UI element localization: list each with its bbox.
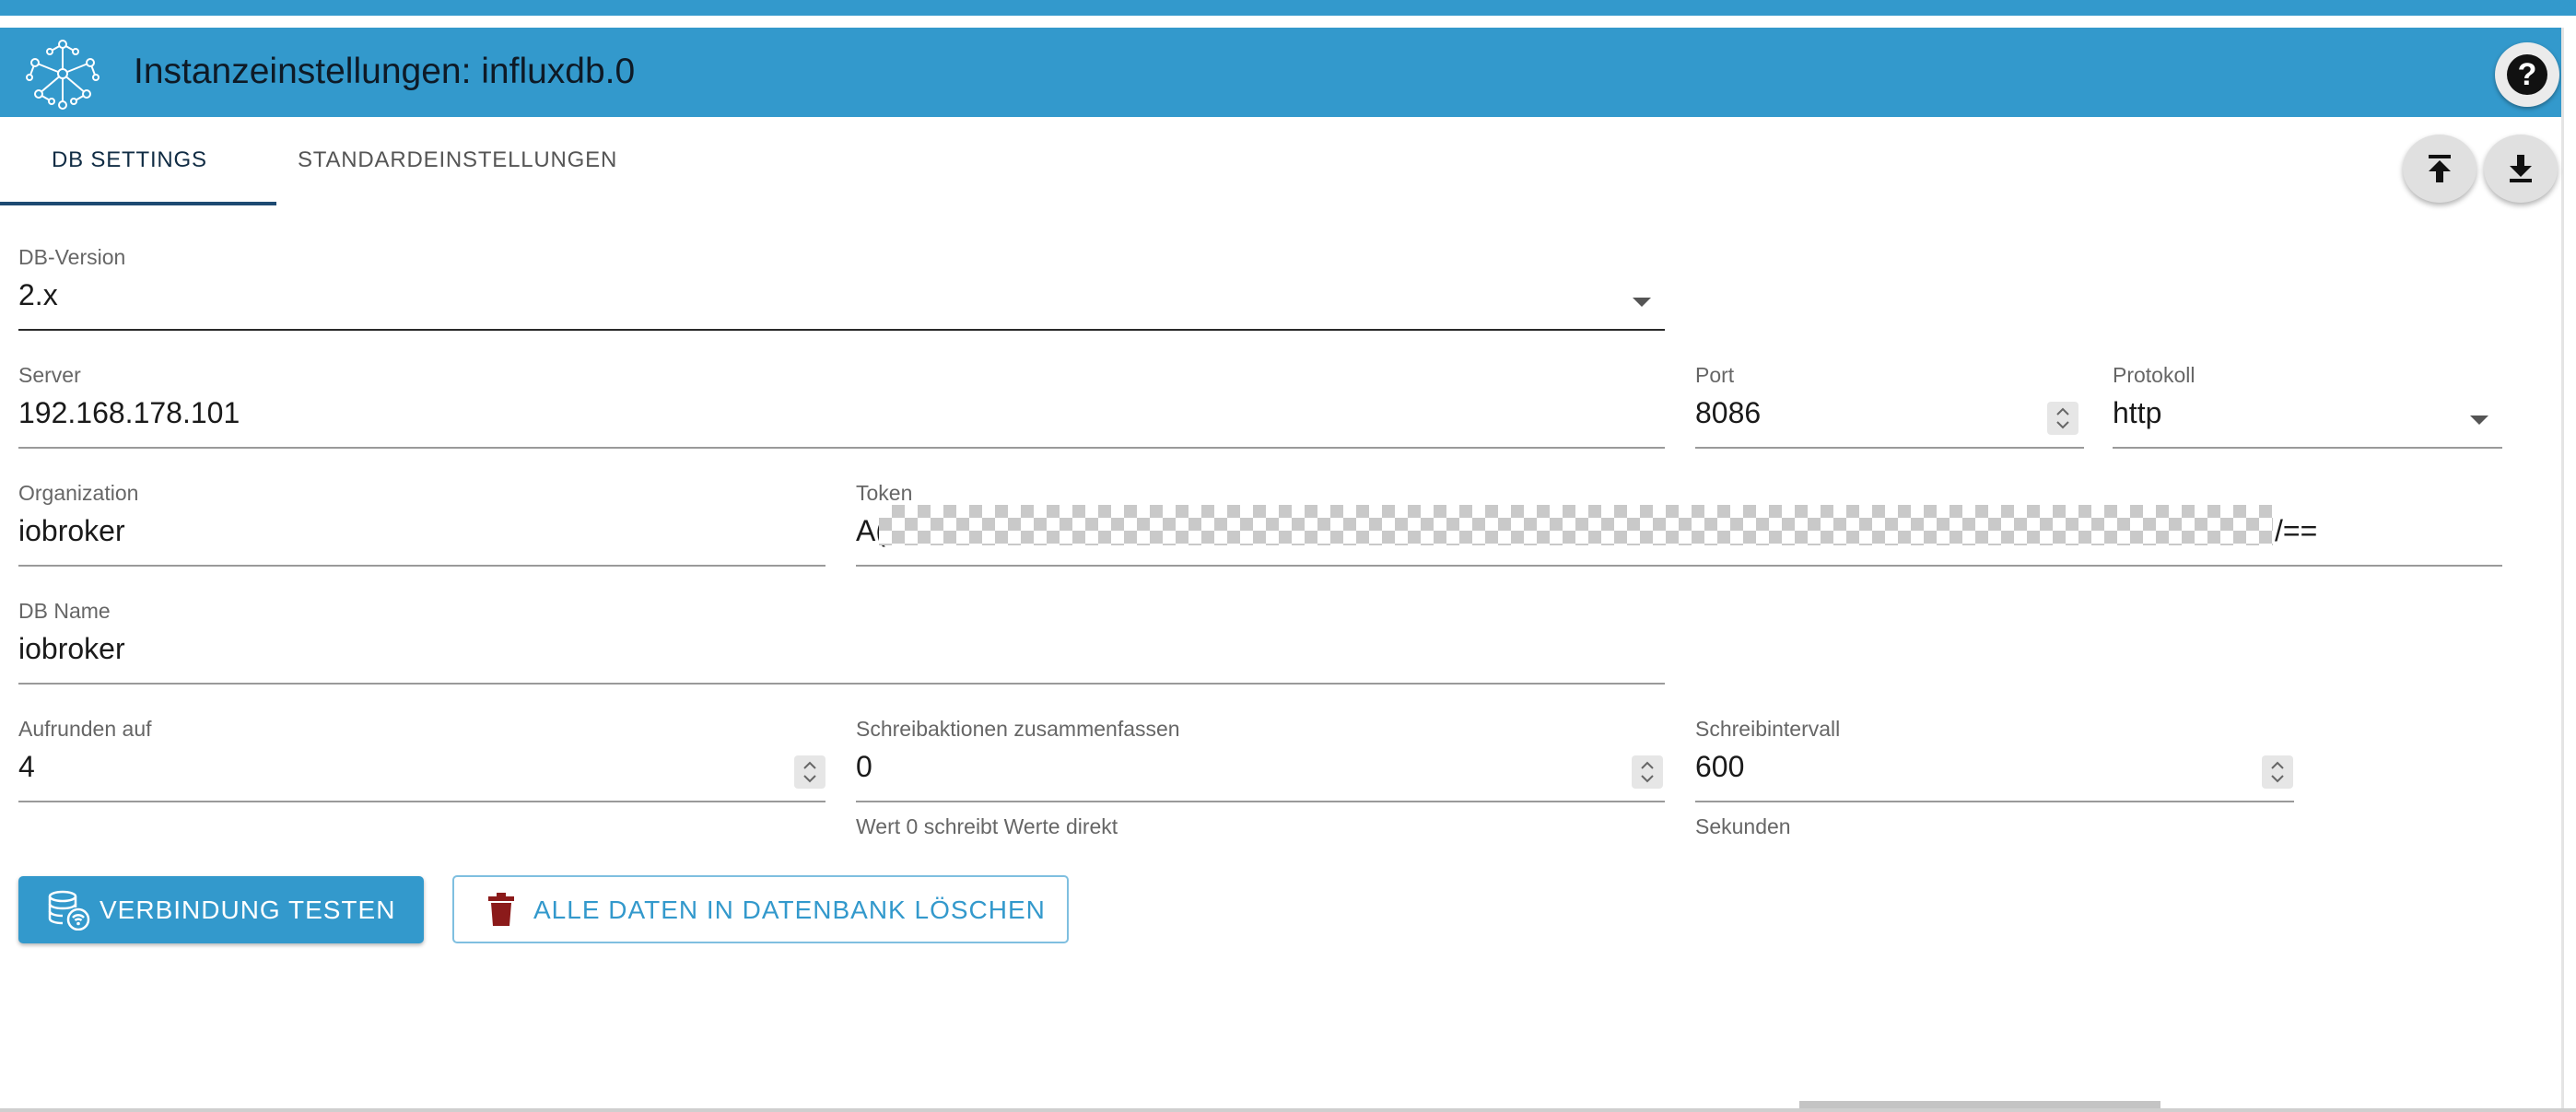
aufrunden-field[interactable]: Aufrunden auf 4 [18, 717, 825, 802]
active-tab-indicator [0, 202, 276, 205]
token-value-end: /== [2275, 514, 2318, 547]
organization-underline [18, 565, 825, 567]
schreibintervall-label: Schreibintervall [1695, 717, 1841, 741]
port-value: 8086 [1695, 396, 1762, 429]
aufrunden-spinner-icon[interactable] [794, 755, 825, 789]
delete-all-data-label: ALLE DATEN IN DATENBANK LÖSCHEN [533, 895, 1046, 924]
schreibaktionen-label: Schreibaktionen zusammenfassen [856, 717, 1180, 741]
protokoll-select[interactable]: Protokoll http [2113, 363, 2502, 449]
protokoll-underline [2113, 447, 2502, 449]
delete-all-data-button[interactable]: ALLE DATEN IN DATENBANK LÖSCHEN [452, 875, 1069, 943]
download-icon [2510, 155, 2532, 182]
port-label: Port [1695, 363, 1735, 387]
organization-field[interactable]: Organization iobroker [18, 481, 825, 567]
token-label: Token [856, 481, 913, 505]
db-name-label: DB Name [18, 599, 111, 623]
page-title: Instanzeinstellungen: influxdb.0 [134, 52, 636, 91]
upload-icon [2429, 155, 2451, 182]
title-bar: Instanzeinstellungen: influxdb.0 ? [0, 28, 2561, 117]
token-field[interactable]: Token A( /== [856, 481, 2502, 567]
port-underline [1695, 447, 2084, 449]
schreibaktionen-helper-text: Wert 0 schreibt Werte direkt [856, 814, 1118, 838]
verbindung-testen-button[interactable]: VERBINDUNG TESTEN [18, 876, 424, 943]
top-accent-strip [0, 0, 2576, 16]
protokoll-value: http [2113, 396, 2162, 429]
server-value: 192.168.178.101 [18, 396, 240, 429]
server-label: Server [18, 363, 81, 387]
organization-label: Organization [18, 481, 139, 505]
schreibaktionen-spinner-icon[interactable] [1632, 755, 1663, 789]
schreibintervall-underline [1695, 801, 2294, 802]
database-wifi-icon [48, 890, 90, 931]
help-icon: ? [2507, 54, 2547, 95]
db-version-label: DB-Version [18, 245, 126, 269]
db-name-underline [18, 683, 1665, 685]
caret-down-icon [1633, 298, 1651, 307]
server-field[interactable]: Server 192.168.178.101 [18, 363, 1665, 449]
tab-db-settings[interactable]: DB SETTINGS [52, 147, 207, 173]
schreibaktionen-value: 0 [856, 750, 872, 783]
verbindung-testen-label: VERBINDUNG TESTEN [100, 895, 396, 924]
aufrunden-value: 4 [18, 750, 35, 783]
port-field[interactable]: Port 8086 [1695, 363, 2084, 449]
token-redaction-mask [879, 505, 2273, 545]
download-settings-button[interactable] [2484, 135, 2558, 203]
help-button[interactable]: ? [2495, 42, 2559, 107]
port-spinner-icon[interactable] [2047, 402, 2078, 435]
schreibintervall-helper-text: Sekunden [1695, 814, 1791, 838]
bottom-border [0, 1108, 2576, 1112]
caret-down-icon [2470, 416, 2488, 425]
schreibintervall-value: 600 [1695, 750, 1745, 783]
trash-icon [488, 893, 514, 926]
top-gap [0, 16, 2576, 28]
organization-value: iobroker [18, 514, 125, 547]
protokoll-label: Protokoll [2113, 363, 2195, 387]
server-underline [18, 447, 1665, 449]
db-name-value: iobroker [18, 632, 125, 665]
instance-settings-window: Instanzeinstellungen: influxdb.0 ? DB SE… [0, 0, 2576, 1112]
schreibaktionen-underline [856, 801, 1665, 802]
influxdb-network-logo-icon [26, 40, 100, 110]
aufrunden-label: Aufrunden auf [18, 717, 152, 741]
db-version-underline [18, 329, 1665, 331]
schreibaktionen-field[interactable]: Schreibaktionen zusammenfassen 0 Wert 0 … [856, 717, 1665, 846]
db-name-field[interactable]: DB Name iobroker [18, 599, 1665, 685]
schreibintervall-spinner-icon[interactable] [2262, 755, 2293, 789]
upload-settings-button[interactable] [2403, 135, 2476, 203]
db-version-value: 2.x [18, 278, 58, 311]
schreibintervall-field[interactable]: Schreibintervall 600 Sekunden [1695, 717, 2294, 846]
token-underline [856, 565, 2502, 567]
aufrunden-underline [18, 801, 825, 802]
db-version-select[interactable]: DB-Version 2.x [18, 245, 1665, 331]
vertical-scrollbar[interactable] [2561, 28, 2564, 1112]
tab-standardeinstellungen[interactable]: STANDARDEINSTELLUNGEN [298, 147, 617, 173]
